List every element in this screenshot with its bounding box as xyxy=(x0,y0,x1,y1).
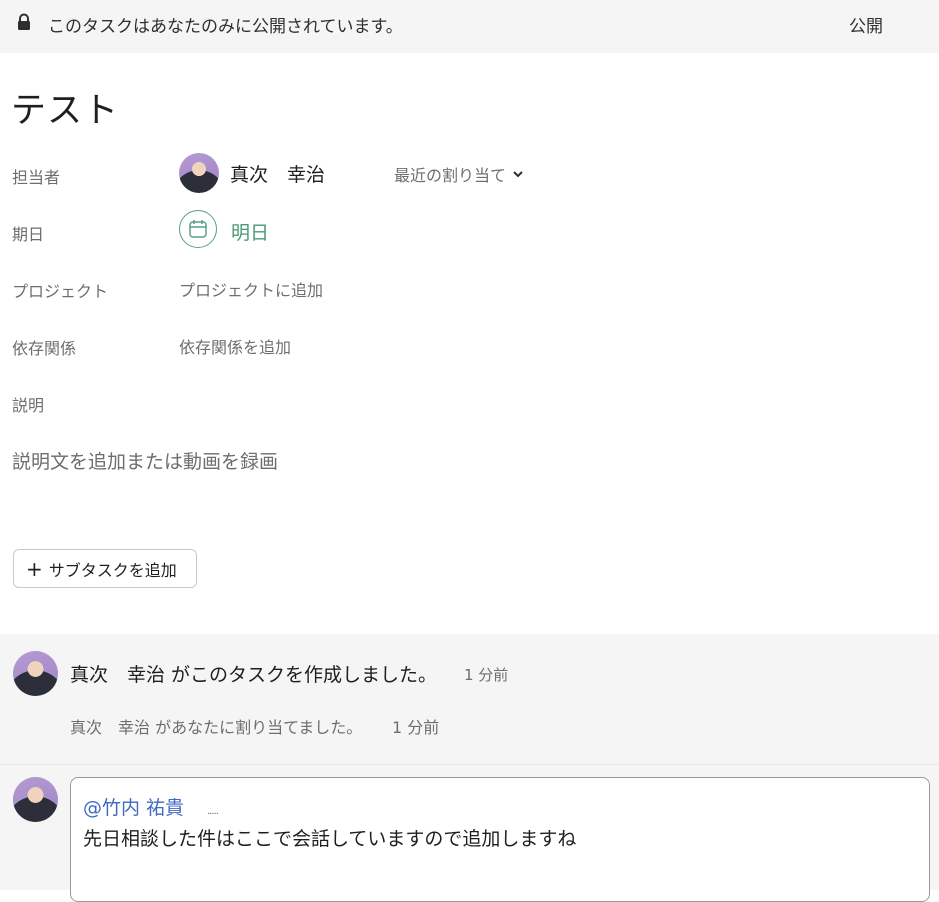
add-subtask-label: サブタスクを追加 xyxy=(48,560,177,580)
activity-created-time[interactable]: 1 分前 xyxy=(464,664,508,685)
assignee-avatar[interactable] xyxy=(179,153,219,193)
calendar-icon xyxy=(189,220,207,238)
creator-avatar[interactable] xyxy=(13,651,58,696)
mention-indicator: ..... xyxy=(207,806,219,817)
make-public-button[interactable]: 公開 xyxy=(849,12,883,37)
dependency-label: 依存関係 xyxy=(12,339,77,358)
description-label: 説明 xyxy=(12,396,45,415)
activity-assigned-story: 真次 幸治 があなたに割り当てました。 xyxy=(70,718,363,737)
add-to-project-button[interactable]: プロジェクトに追加 xyxy=(179,277,323,301)
current-user-avatar xyxy=(13,777,58,822)
recent-assignments-dropdown[interactable]: 最近の割り当て xyxy=(394,162,524,186)
project-label: プロジェクト xyxy=(12,282,109,301)
add-dependency-button[interactable]: 依存関係を追加 xyxy=(179,334,291,358)
activity-divider xyxy=(0,764,939,765)
privacy-message: このタスクはあなたのみに公開されています。 xyxy=(48,17,403,37)
comment-text[interactable]: 先日相談した件はここで会話していますので追加しますね xyxy=(83,824,576,851)
chevron-down-icon xyxy=(513,171,523,178)
privacy-banner: このタスクはあなたのみに公開されています。 公開 xyxy=(0,0,939,53)
activity-assigned-time[interactable]: 1 分前 xyxy=(392,714,439,738)
comment-mention[interactable]: @竹内 祐貴 xyxy=(83,793,184,820)
description-field[interactable]: 説明文を追加または動画を録画 xyxy=(12,447,278,474)
plus-icon: + xyxy=(26,556,43,581)
task-title[interactable]: テスト xyxy=(11,82,119,133)
recent-assignments-label: 最近の割り当て xyxy=(394,166,507,185)
lock-icon xyxy=(18,13,30,30)
due-date-label: 期日 xyxy=(12,225,45,244)
due-date-value[interactable]: 明日 xyxy=(231,218,269,245)
add-subtask-button[interactable]: + サブタスクを追加 xyxy=(13,549,197,588)
assignee-label: 担当者 xyxy=(12,168,61,187)
assignee-name[interactable]: 真次 幸治 xyxy=(230,160,325,187)
due-date-button[interactable] xyxy=(179,210,217,248)
activity-created-story: 真次 幸治 がこのタスクを作成しました。 xyxy=(70,664,438,686)
